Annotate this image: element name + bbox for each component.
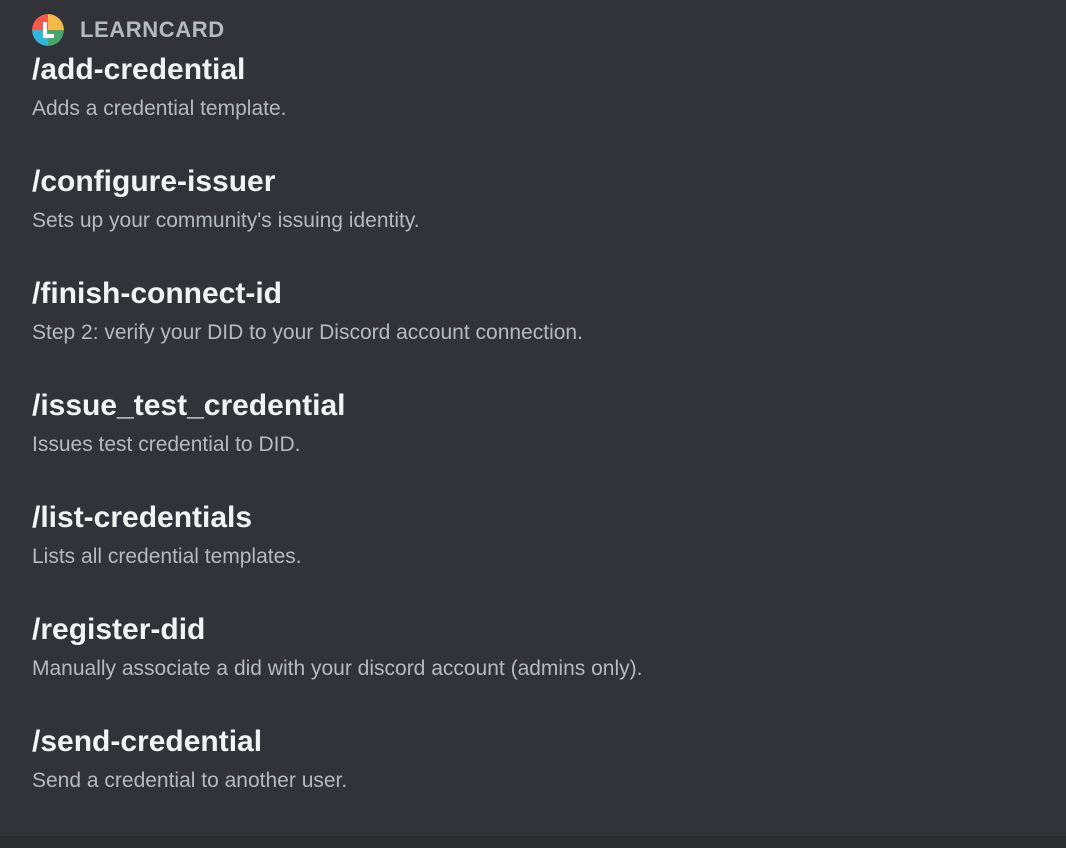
command-name: /add-credential <box>32 53 246 86</box>
command-item[interactable]: /finish-connect-id Step 2: verify your D… <box>0 272 1066 384</box>
command-description: Adds a credential template. <box>32 97 287 120</box>
command-description: Sets up your community's issuing identit… <box>32 209 420 232</box>
command-item[interactable]: /add-credential Adds a credential templa… <box>0 48 1066 160</box>
command-item[interactable]: /send-credential Send a credential to an… <box>0 720 1066 832</box>
command-name: /issue_test_credential <box>32 389 346 422</box>
command-description: Lists all credential templates. <box>32 545 302 568</box>
command-description: Step 2: verify your DID to your Discord … <box>32 321 583 344</box>
command-item[interactable]: /list-credentials Lists all credential t… <box>0 496 1066 608</box>
command-item[interactable]: /configure-issuer Sets up your community… <box>0 160 1066 272</box>
command-name: /register-did <box>32 613 206 646</box>
command-name: /finish-connect-id <box>32 277 282 310</box>
command-description: Send a credential to another user. <box>32 769 348 792</box>
command-name: /send-credential <box>32 725 263 758</box>
app-name: LEARNCARD <box>80 17 225 42</box>
bottom-divider <box>0 836 1066 848</box>
slash-command-panel: LEARNCARD /add-credential Adds a credent… <box>0 0 1066 836</box>
command-name: /list-credentials <box>32 501 253 534</box>
command-list: /add-credential Adds a credential templa… <box>0 48 1066 832</box>
app-header: LEARNCARD <box>0 12 1066 48</box>
command-item[interactable]: /issue_test_credential Issues test crede… <box>0 384 1066 496</box>
command-name: /configure-issuer <box>32 165 276 198</box>
command-description: Issues test credential to DID. <box>32 433 301 456</box>
command-description: Manually associate a did with your disco… <box>32 657 643 680</box>
command-item[interactable]: /register-did Manually associate a did w… <box>0 608 1066 720</box>
learncard-logo-icon <box>32 14 64 46</box>
